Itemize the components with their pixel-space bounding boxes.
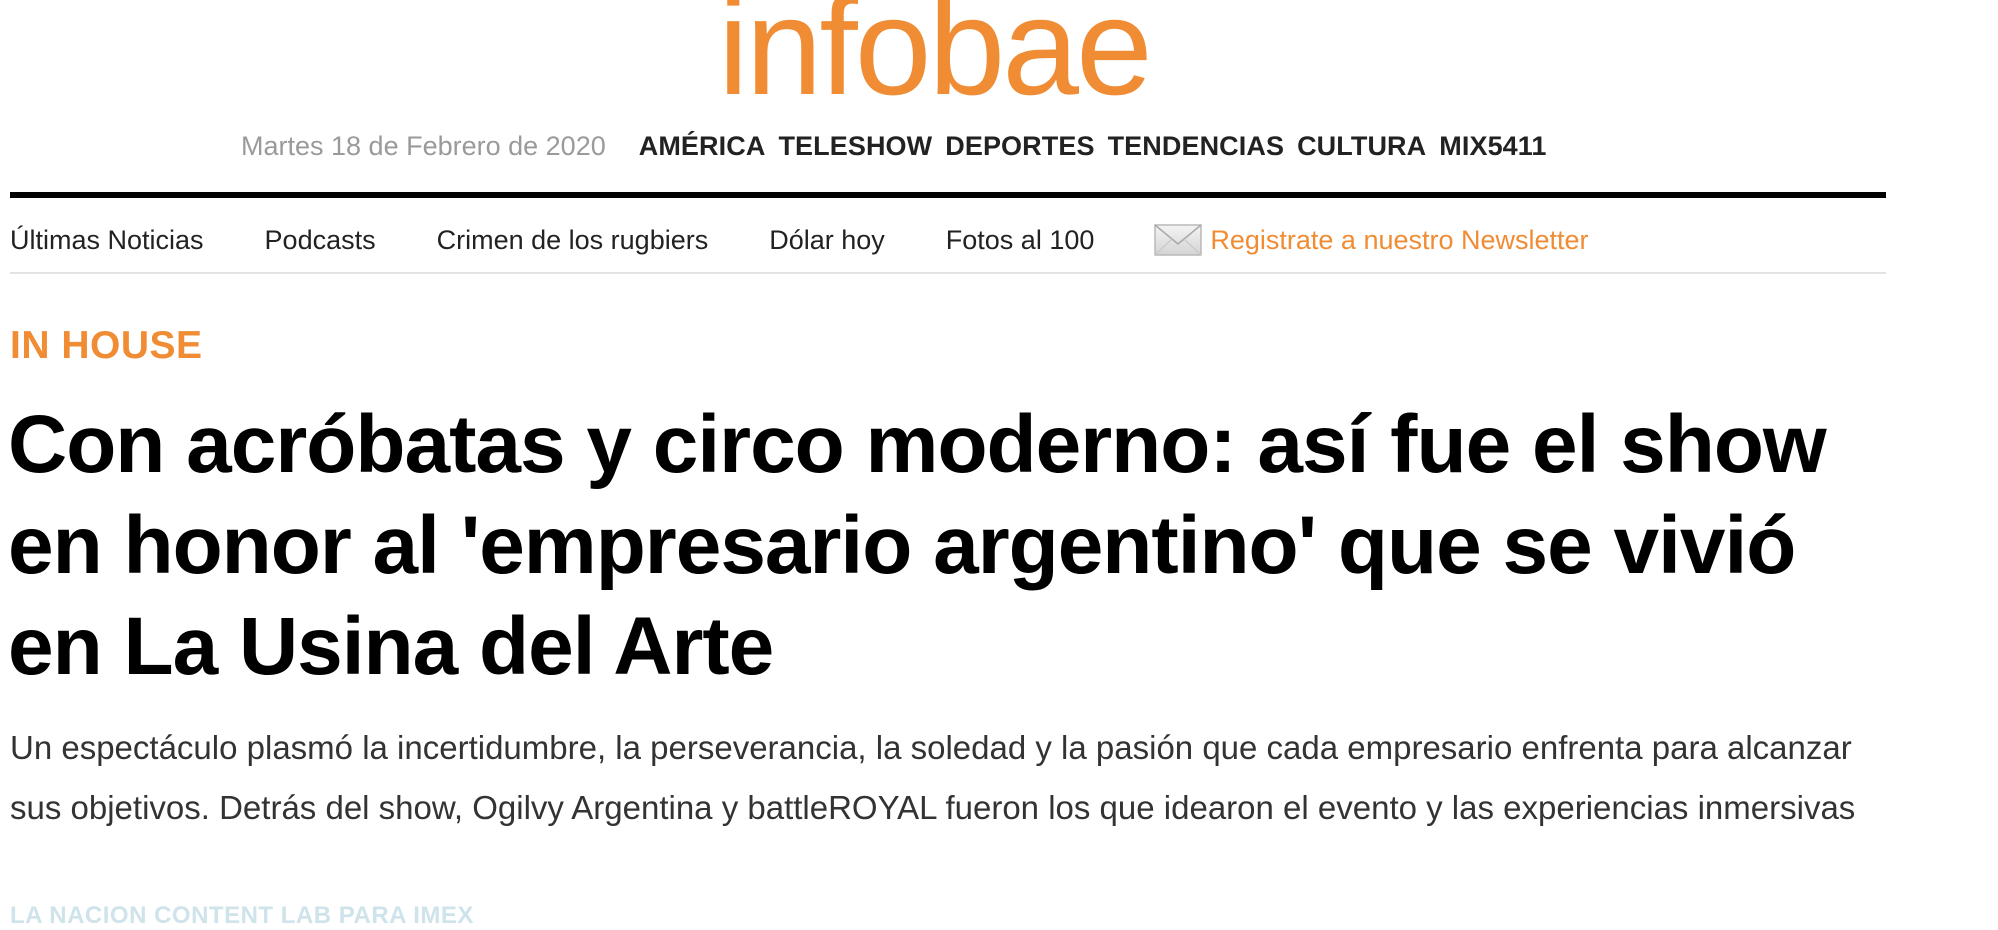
section-link-teleshow[interactable]: TELESHOW bbox=[778, 131, 932, 162]
nav-link-dolar-hoy[interactable]: Dólar hoy bbox=[769, 225, 885, 256]
site-logo[interactable]: infobae bbox=[718, 0, 1153, 116]
section-link-cultura[interactable]: CULTURA bbox=[1297, 131, 1426, 162]
nav-divider bbox=[10, 272, 1886, 274]
section-link-america[interactable]: AMÉRICA bbox=[639, 131, 766, 162]
section-link-mix5411[interactable]: MIX5411 bbox=[1439, 131, 1546, 162]
newsletter-signup-link[interactable]: Registrate a nuestro Newsletter bbox=[1154, 223, 1589, 257]
article-summary: Un espectáculo plasmó la incertidumbre, … bbox=[10, 729, 1856, 826]
article-headline: Con acróbatas y circo moderno: así fue e… bbox=[8, 399, 1827, 692]
section-nav: AMÉRICA TELESHOW DEPORTES TENDENCIAS CUL… bbox=[639, 131, 1560, 162]
newsletter-label: Registrate a nuestro Newsletter bbox=[1210, 224, 1589, 255]
top-bar: Martes 18 de Febrero de 2020 AMÉRICA TEL… bbox=[241, 128, 1560, 164]
sponsor-credit: LA NACION CONTENT LAB PARA IMEX bbox=[10, 902, 474, 929]
section-link-tendencias[interactable]: TENDENCIAS bbox=[1108, 131, 1285, 162]
mail-icon bbox=[1154, 223, 1203, 257]
nav-link-podcasts[interactable]: Podcasts bbox=[265, 225, 376, 256]
current-date: Martes 18 de Febrero de 2020 bbox=[241, 130, 606, 161]
article-kicker[interactable]: IN HOUSE bbox=[10, 324, 203, 368]
nav-link-fotos-al-100[interactable]: Fotos al 100 bbox=[946, 225, 1095, 256]
section-link-deportes[interactable]: DEPORTES bbox=[945, 131, 1094, 162]
nav-link-ultimas-noticias[interactable]: Últimas Noticias bbox=[10, 225, 204, 256]
nav-link-crimen-rugbiers[interactable]: Crimen de los rugbiers bbox=[437, 225, 709, 256]
secondary-nav: Últimas Noticias Podcasts Crimen de los … bbox=[10, 220, 1589, 260]
header-divider bbox=[10, 192, 1886, 198]
